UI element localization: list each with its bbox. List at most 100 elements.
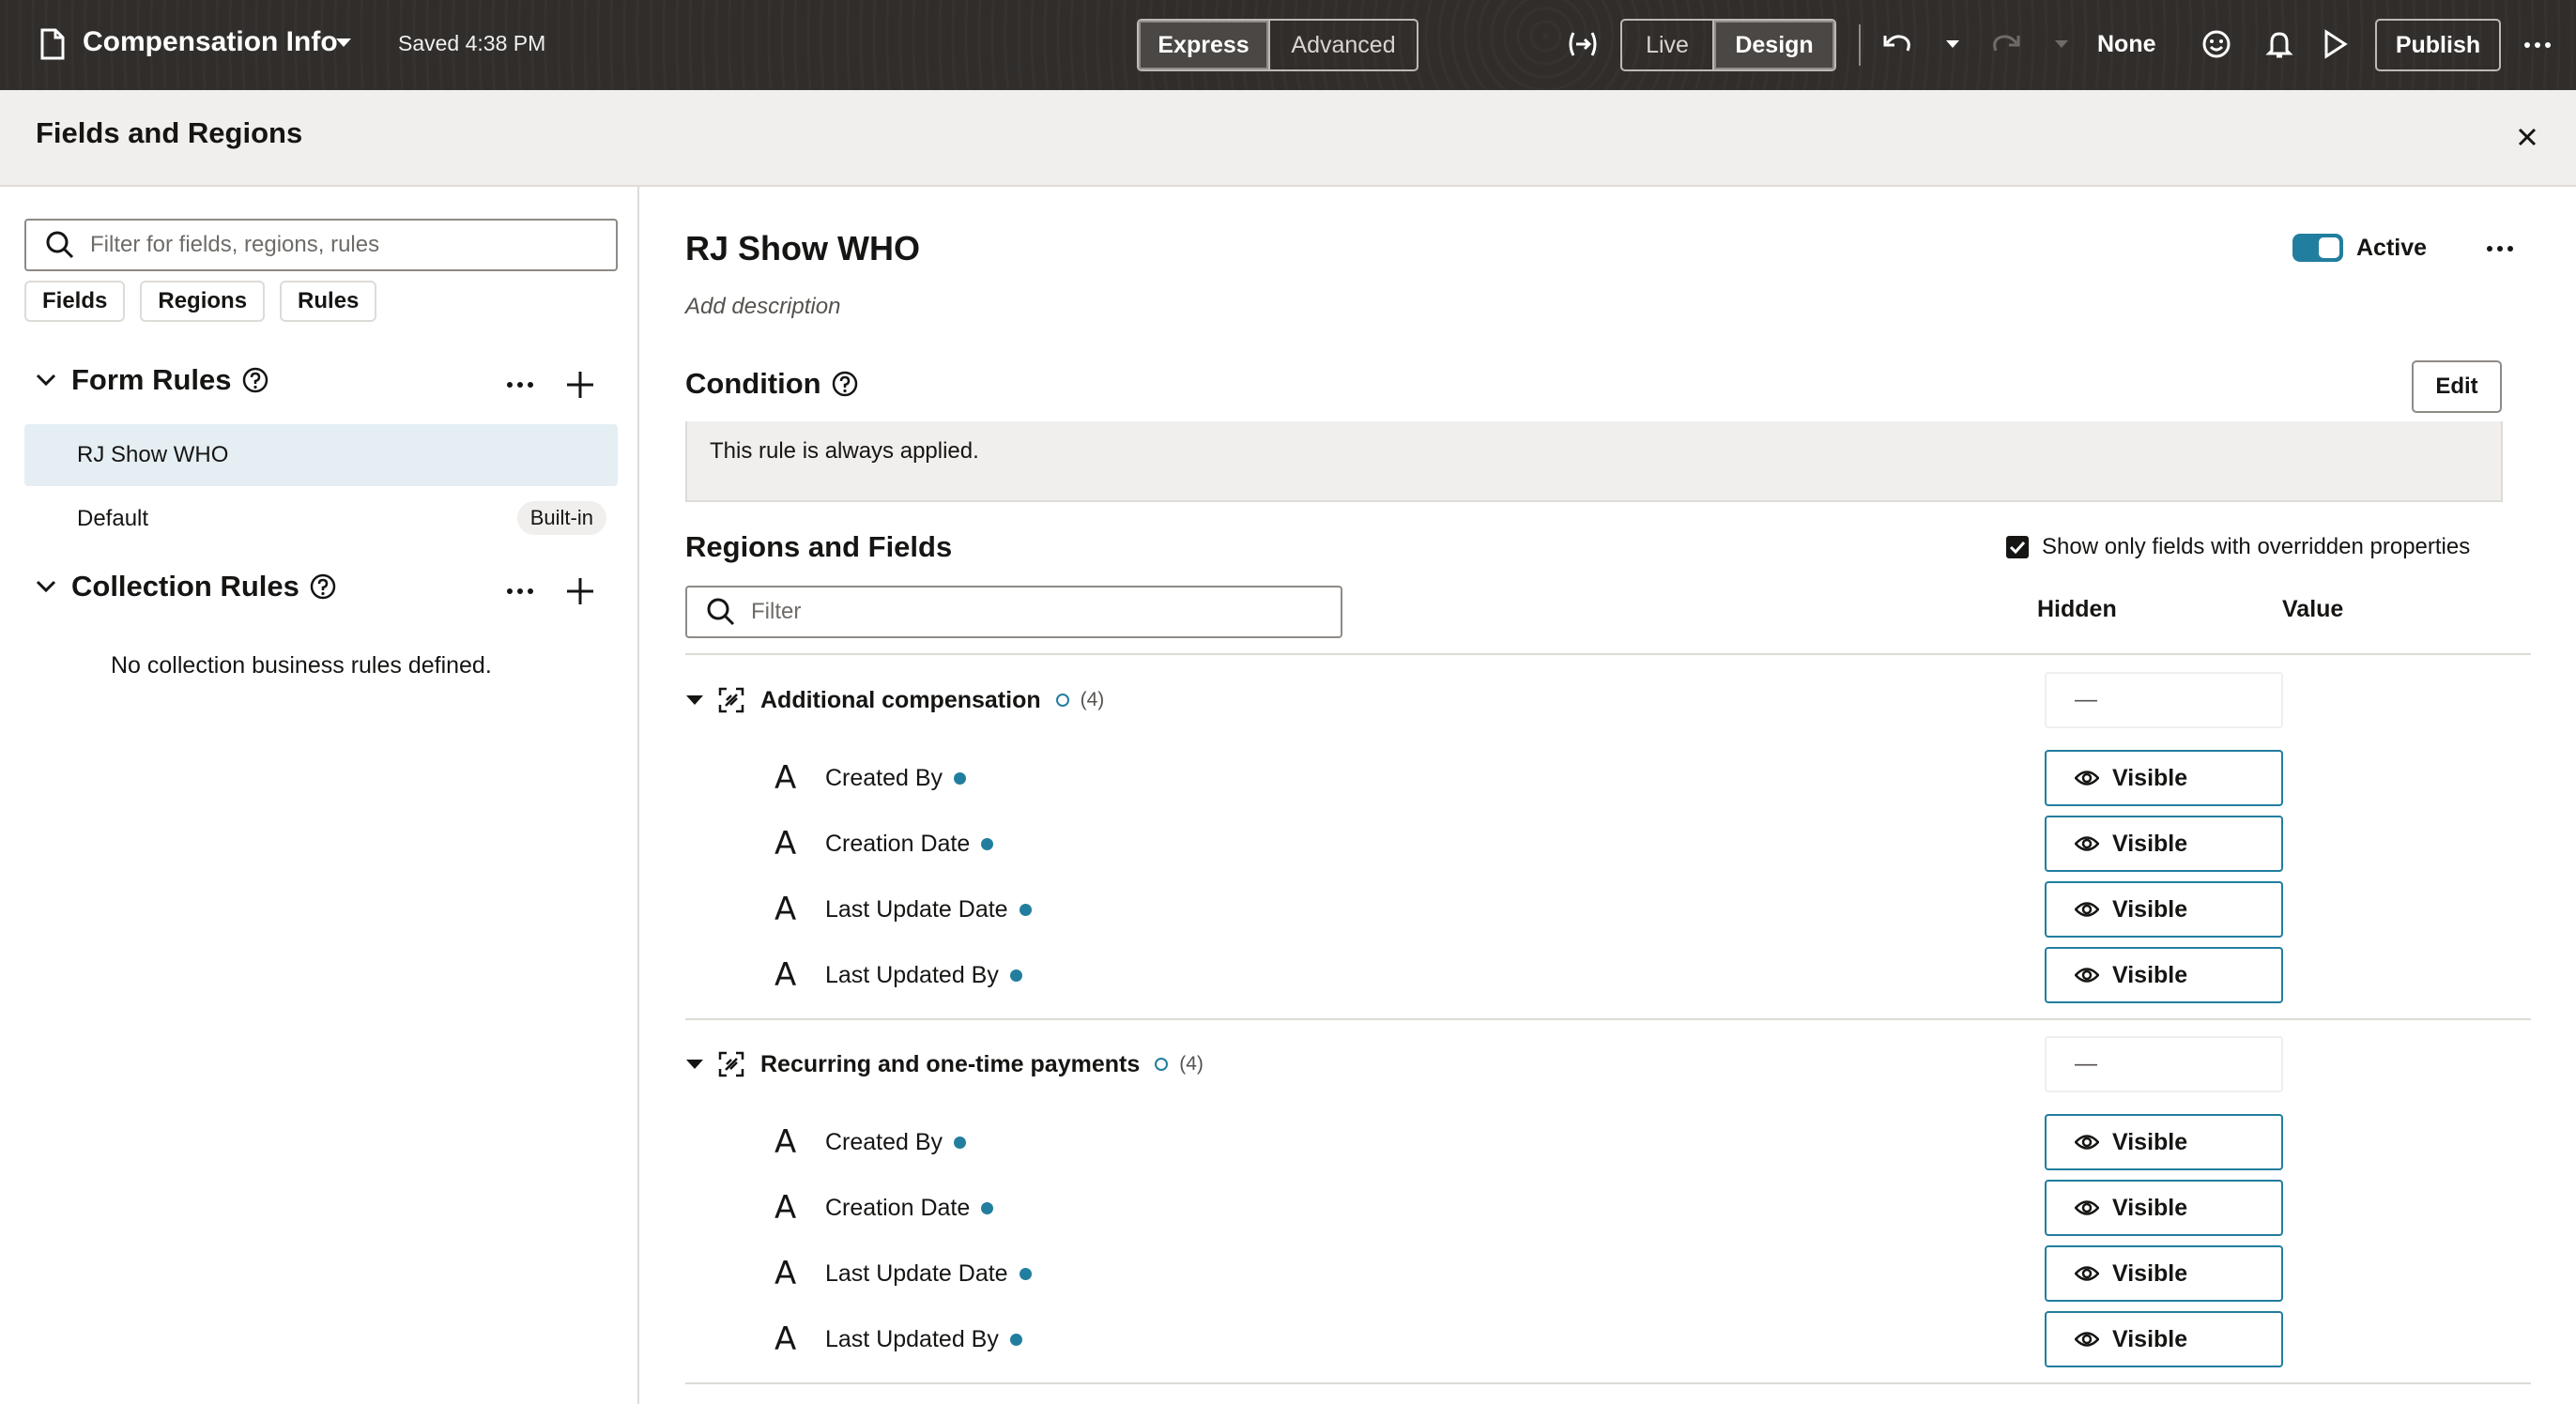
rule-more-icon[interactable] <box>2479 228 2521 269</box>
help-icon[interactable] <box>309 572 337 601</box>
field-row[interactable]: A Last Update Date <box>774 881 1032 938</box>
field-name: Last Update Date <box>825 1259 1008 1287</box>
region-field-count: (4) <box>1080 689 1105 710</box>
rules-search-input[interactable]: Filter for fields, regions, rules <box>24 219 618 271</box>
field-name: Creation Date <box>825 1194 971 1221</box>
rule-detail-pane: RJ Show WHO Add description Active Condi… <box>641 187 2576 1404</box>
condition-text: This rule is always applied. <box>685 421 2503 502</box>
rule-title[interactable]: RJ Show WHO <box>685 229 920 268</box>
chip-rules[interactable]: Rules <box>280 281 377 322</box>
override-dot-icon <box>981 837 994 850</box>
live-button[interactable]: Live <box>1622 21 1712 69</box>
bell-icon[interactable] <box>2264 28 2294 60</box>
chevron-down-icon[interactable] <box>334 36 353 49</box>
field-name: Last Updated By <box>825 961 999 988</box>
visible-button[interactable]: Visible <box>2045 816 2283 872</box>
eye-icon <box>2075 1135 2099 1150</box>
text-field-icon: A <box>774 759 797 797</box>
form-rule-item[interactable]: RJ Show WHO <box>24 424 618 486</box>
region-row[interactable]: Additional compensation (4) <box>685 670 1104 730</box>
override-ring-icon <box>1055 694 1069 707</box>
collection-empty-message: No collection business rules defined. <box>111 652 492 679</box>
caret-down-icon[interactable] <box>685 694 704 706</box>
form-rule-item[interactable]: Default Built-in <box>24 488 618 550</box>
field-name: Created By <box>825 764 943 791</box>
visible-label: Visible <box>2112 1194 2188 1221</box>
smiley-icon[interactable] <box>2200 28 2232 60</box>
field-row[interactable]: A Last Updated By <box>774 1311 1022 1367</box>
field-row[interactable]: A Creation Date <box>774 1180 994 1236</box>
visible-label: Visible <box>2112 1325 2188 1352</box>
chevron-down-icon[interactable] <box>36 580 56 593</box>
toggle-switch[interactable] <box>2292 234 2343 262</box>
override-dot-icon <box>1019 1267 1032 1280</box>
visible-button[interactable]: Visible <box>2045 1114 2283 1170</box>
field-row[interactable]: A Created By <box>774 750 967 806</box>
redo-icon[interactable] <box>1990 30 2022 58</box>
divider <box>685 1382 2531 1384</box>
help-icon[interactable] <box>831 370 859 398</box>
view-switch: Live Design <box>1620 19 1836 71</box>
region-hidden-value[interactable]: — <box>2045 672 2283 728</box>
visible-button[interactable]: Visible <box>2045 947 2283 1003</box>
region-hidden-value[interactable]: — <box>2045 1036 2283 1092</box>
undo-menu-chevron-icon[interactable] <box>1945 39 1960 49</box>
play-icon[interactable] <box>2323 28 2349 60</box>
redo-menu-chevron-icon[interactable] <box>2054 39 2069 49</box>
visible-label: Visible <box>2112 1259 2188 1287</box>
expression-icon[interactable] <box>1566 30 1600 58</box>
field-row[interactable]: A Created By <box>774 1114 967 1170</box>
eye-icon <box>2075 1200 2099 1215</box>
publish-button[interactable]: Publish <box>2375 19 2501 71</box>
override-dot-icon <box>1009 1333 1022 1346</box>
region-row[interactable]: Recurring and one-time payments (4) <box>685 1034 1204 1094</box>
visible-label: Visible <box>2112 830 2188 857</box>
close-icon[interactable] <box>2508 118 2546 156</box>
column-header-value: Value <box>2282 596 2344 622</box>
text-field-icon: A <box>774 1123 797 1161</box>
mode-switch: Express Advanced <box>1137 19 1418 71</box>
eye-icon <box>2075 902 2099 917</box>
chevron-down-icon[interactable] <box>36 374 56 387</box>
fields-filter-input[interactable]: Filter <box>685 586 1342 638</box>
show-only-label: Show only fields with overridden propert… <box>2042 534 2471 559</box>
edit-condition-button[interactable]: Edit <box>2412 360 2502 413</box>
field-row[interactable]: A Creation Date <box>774 816 994 872</box>
visible-button[interactable]: Visible <box>2045 1180 2283 1236</box>
override-dot-icon <box>1009 969 1022 982</box>
help-icon[interactable] <box>241 366 269 394</box>
add-collection-rule-icon[interactable] <box>560 571 601 612</box>
add-description-field[interactable]: Add description <box>685 294 840 320</box>
visible-button[interactable]: Visible <box>2045 1245 2283 1302</box>
visible-button[interactable]: Visible <box>2045 750 2283 806</box>
panel-header: Fields and Regions <box>0 90 2576 187</box>
add-form-rule-icon[interactable] <box>560 364 601 405</box>
advanced-button[interactable]: Advanced <box>1268 21 1417 69</box>
caret-down-icon[interactable] <box>685 1059 704 1070</box>
collection-rules-more-icon[interactable] <box>499 571 541 612</box>
checkbox-checked-icon[interactable] <box>2006 536 2029 558</box>
form-rules-more-icon[interactable] <box>499 364 541 405</box>
text-field-icon: A <box>774 825 797 862</box>
field-row[interactable]: A Last Update Date <box>774 1245 1032 1302</box>
undo-icon[interactable] <box>1881 30 1913 58</box>
chip-fields[interactable]: Fields <box>24 281 126 322</box>
more-options-icon[interactable] <box>2523 41 2552 49</box>
region-icon <box>718 1051 744 1077</box>
field-row[interactable]: A Last Updated By <box>774 947 1022 1003</box>
active-toggle[interactable]: Active <box>2292 234 2427 262</box>
eye-icon <box>2075 968 2099 983</box>
app-title[interactable]: Compensation Info <box>83 26 338 58</box>
regions-fields-title: Regions and Fields <box>685 530 953 563</box>
saved-status: Saved 4:38 PM <box>398 31 546 55</box>
show-only-overridden-checkbox[interactable]: Show only fields with overridden propert… <box>2006 534 2470 560</box>
region-name: Recurring and one-time payments <box>760 1050 1141 1077</box>
form-rules-header[interactable]: Form Rules <box>36 363 269 397</box>
visible-button[interactable]: Visible <box>2045 1311 2283 1367</box>
collection-rules-header[interactable]: Collection Rules <box>36 570 337 603</box>
none-selector[interactable]: None <box>2097 31 2156 58</box>
express-button[interactable]: Express <box>1139 21 1268 69</box>
visible-button[interactable]: Visible <box>2045 881 2283 938</box>
chip-regions[interactable]: Regions <box>140 281 266 322</box>
design-button[interactable]: Design <box>1712 21 1834 69</box>
